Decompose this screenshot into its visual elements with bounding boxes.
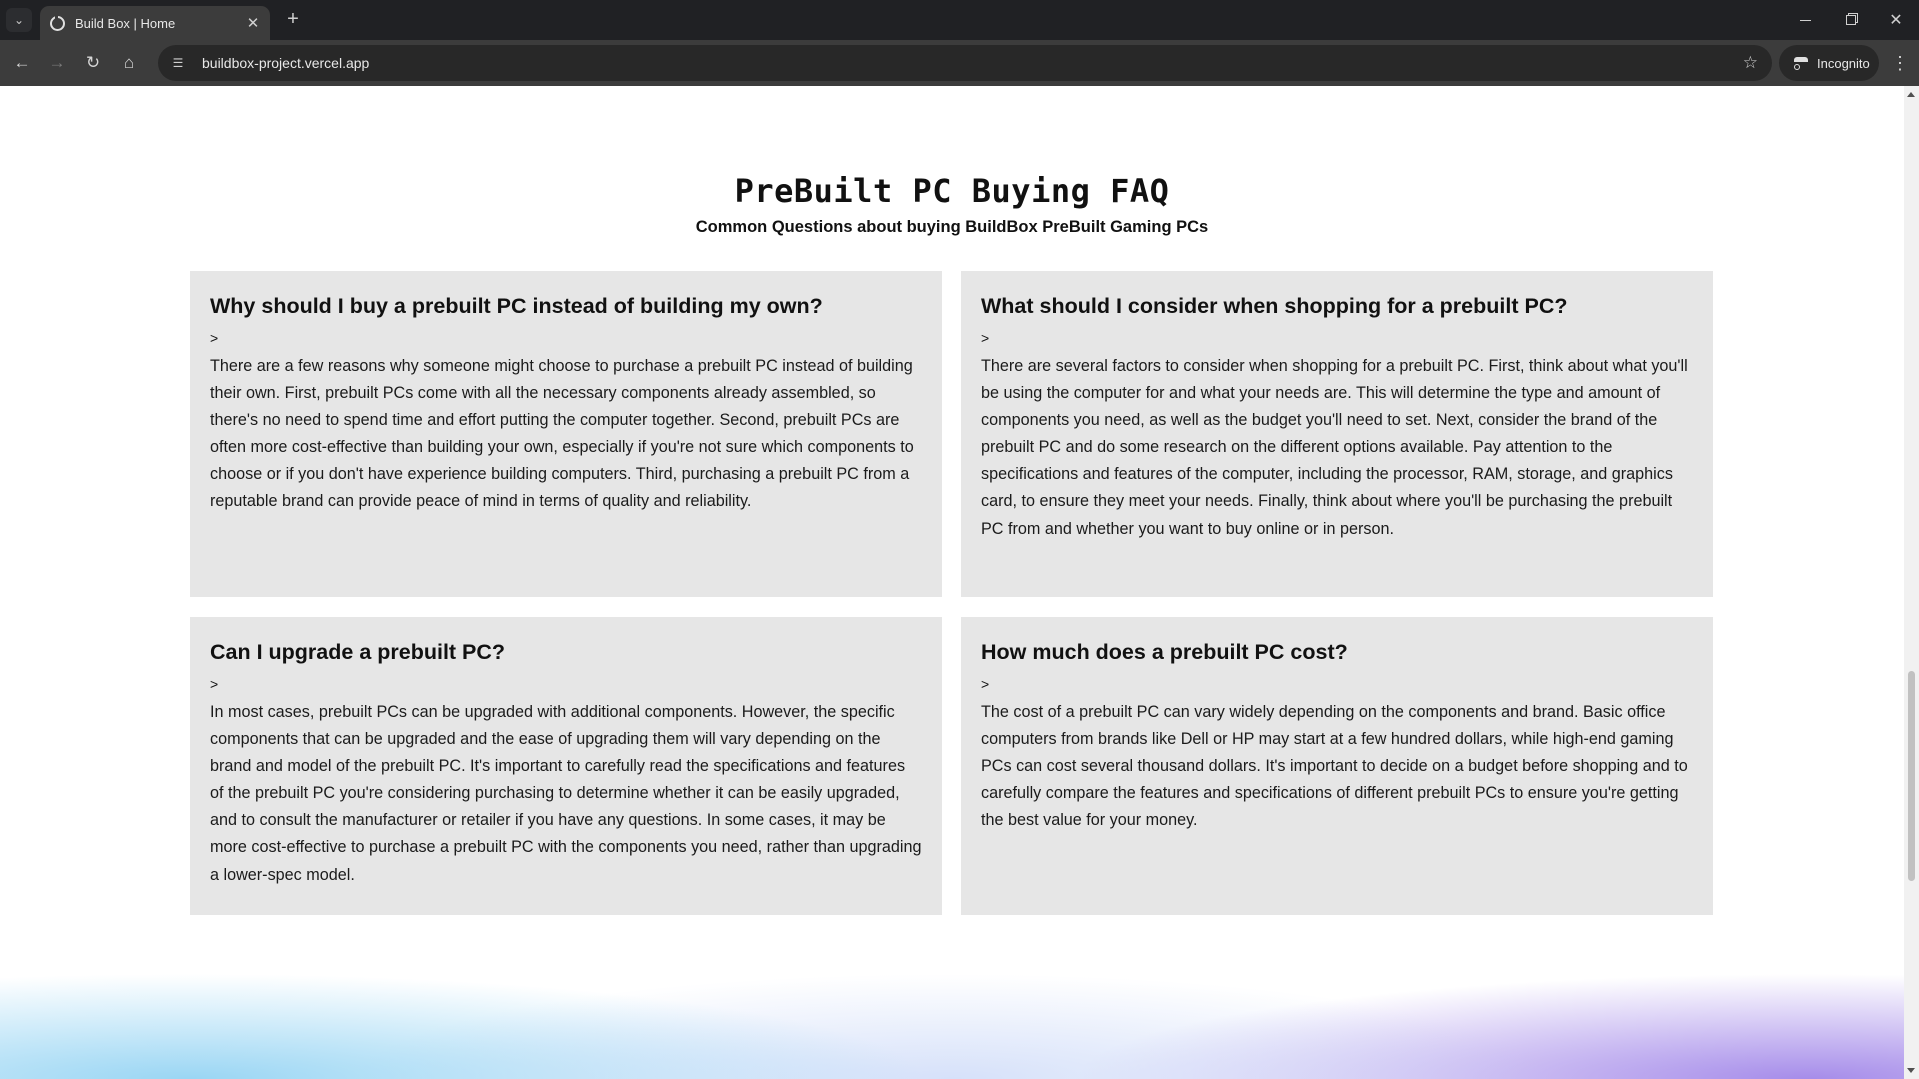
faq-toggle[interactable]: > — [981, 329, 1693, 347]
browser-toolbar: ← → ↻ ⌂ ☰ buildbox-project.vercel.app ☆ … — [0, 40, 1919, 86]
restore-icon — [1846, 15, 1856, 25]
url-text[interactable]: buildbox-project.vercel.app — [202, 55, 369, 71]
browser-tab-strip: ⌄ Build Box | Home ✕ + ✕ — [0, 0, 1919, 40]
restore-button[interactable] — [1833, 6, 1869, 34]
minimize-icon — [1799, 19, 1811, 21]
new-tab-button[interactable]: + — [282, 8, 304, 30]
tab-close-button[interactable]: ✕ — [244, 14, 262, 32]
browser-menu-button[interactable]: ⋮ — [1890, 49, 1910, 77]
faq-card[interactable]: Can I upgrade a prebuilt PC? > In most c… — [190, 617, 942, 915]
faq-question[interactable]: What should I consider when shopping for… — [981, 291, 1693, 321]
faq-answer: The cost of a prebuilt PC can vary widel… — [981, 703, 1688, 830]
faq-card[interactable]: Why should I buy a prebuilt PC instead o… — [190, 271, 942, 597]
tab-favicon-icon — [50, 15, 65, 31]
faq-answer: There are several factors to consider wh… — [981, 357, 1688, 538]
faq-title: PreBuilt PC Buying FAQ — [734, 172, 1170, 210]
back-button[interactable]: ← — [8, 49, 36, 77]
forward-button[interactable]: → — [43, 49, 71, 77]
tab-search-button[interactable]: ⌄ — [6, 8, 32, 32]
faq-card[interactable]: What should I consider when shopping for… — [961, 271, 1713, 597]
kebab-icon: ⋮ — [1891, 52, 1909, 73]
scrollbar-thumb[interactable] — [1908, 671, 1915, 881]
decorative-gradient — [0, 929, 1904, 1079]
incognito-label: Incognito — [1817, 55, 1870, 71]
window-close-button[interactable]: ✕ — [1878, 6, 1914, 34]
faq-question[interactable]: Why should I buy a prebuilt PC instead o… — [210, 291, 922, 321]
faq-card[interactable]: How much does a prebuilt PC cost? > The … — [961, 617, 1713, 915]
faq-question[interactable]: How much does a prebuilt PC cost? — [981, 637, 1693, 667]
faq-answer: In most cases, prebuilt PCs can be upgra… — [210, 703, 922, 884]
minimize-button[interactable] — [1787, 6, 1823, 34]
reload-button[interactable]: ↻ — [79, 49, 107, 77]
scroll-up-arrow-icon[interactable] — [1907, 92, 1915, 97]
page-scrollbar[interactable] — [1904, 86, 1919, 1079]
scroll-down-arrow-icon[interactable] — [1907, 1068, 1915, 1073]
address-bar[interactable]: ☰ buildbox-project.vercel.app ☆ — [158, 45, 1772, 81]
home-button[interactable]: ⌂ — [115, 49, 143, 77]
faq-toggle[interactable]: > — [981, 675, 1693, 693]
close-icon: ✕ — [1889, 12, 1903, 29]
tune-icon[interactable]: ☰ — [170, 55, 186, 71]
active-tab[interactable]: Build Box | Home ✕ — [40, 6, 270, 40]
page-viewport: PreBuilt PC Buying FAQ Common Questions … — [0, 86, 1904, 1079]
faq-subtitle: Common Questions about buying BuildBox P… — [695, 218, 1209, 236]
reload-icon: ↻ — [85, 53, 101, 72]
home-icon: ⌂ — [123, 53, 135, 72]
tab-title: Build Box | Home — [75, 15, 176, 31]
incognito-icon — [1793, 57, 1809, 70]
faq-toggle[interactable]: > — [210, 675, 922, 693]
chevron-down-icon: ⌄ — [13, 13, 25, 27]
faq-answer: There are a few reasons why someone migh… — [210, 357, 914, 511]
faq-question[interactable]: Can I upgrade a prebuilt PC? — [210, 637, 922, 667]
star-icon[interactable]: ☆ — [1743, 53, 1758, 73]
arrow-right-icon: → — [48, 53, 66, 72]
incognito-indicator[interactable]: Incognito — [1779, 45, 1879, 81]
faq-toggle[interactable]: > — [210, 329, 922, 347]
arrow-left-icon: ← — [13, 53, 31, 72]
